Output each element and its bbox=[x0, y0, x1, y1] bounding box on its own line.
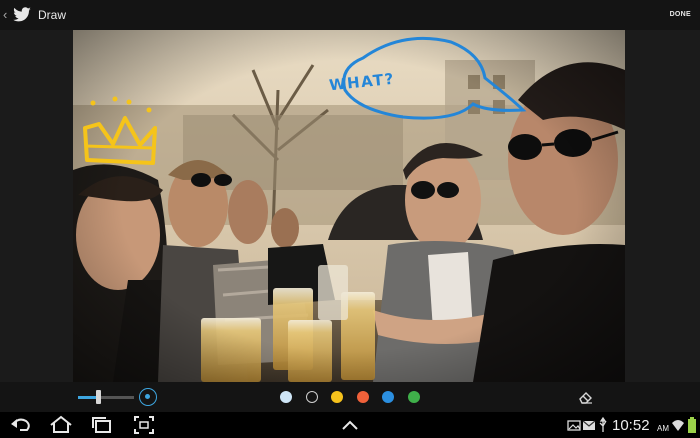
screenshot-icon[interactable] bbox=[132, 415, 156, 435]
color-swatch-black[interactable] bbox=[306, 391, 318, 403]
chevron-left-icon[interactable]: ‹ bbox=[3, 7, 7, 23]
color-swatch-orange[interactable] bbox=[357, 391, 369, 403]
caret-up-icon[interactable] bbox=[338, 415, 362, 435]
wifi-icon bbox=[672, 420, 684, 431]
clock-time: 10:52 bbox=[612, 417, 650, 434]
gallery-icon bbox=[567, 420, 581, 431]
color-swatch-light-blue[interactable] bbox=[280, 391, 292, 403]
action-bar bbox=[0, 0, 700, 30]
brush-dot-icon bbox=[145, 394, 150, 399]
home-icon[interactable] bbox=[49, 415, 73, 435]
color-swatch-yellow[interactable] bbox=[331, 391, 343, 403]
clock-ampm: AM bbox=[657, 424, 669, 433]
twitter-bird-icon[interactable] bbox=[12, 7, 32, 23]
photo-canvas[interactable]: WHAT? bbox=[73, 30, 625, 382]
brush-size-slider-fill bbox=[78, 396, 98, 399]
recent-apps-icon[interactable] bbox=[90, 415, 114, 435]
color-swatch-green[interactable] bbox=[408, 391, 420, 403]
done-button[interactable]: DONE bbox=[670, 11, 691, 18]
draw-screen: ‹ Draw DONE WHAT? 10:52 AM bbox=[0, 0, 700, 438]
mail-icon bbox=[582, 420, 596, 430]
screen-title: Draw bbox=[38, 8, 67, 22]
eraser-icon[interactable] bbox=[577, 390, 593, 404]
brush-size-indicator bbox=[139, 388, 157, 406]
color-swatch-blue[interactable] bbox=[382, 391, 394, 403]
usb-icon bbox=[599, 416, 607, 432]
brush-size-slider-thumb[interactable] bbox=[96, 390, 101, 404]
back-icon[interactable] bbox=[9, 415, 33, 435]
battery-icon bbox=[688, 417, 696, 433]
